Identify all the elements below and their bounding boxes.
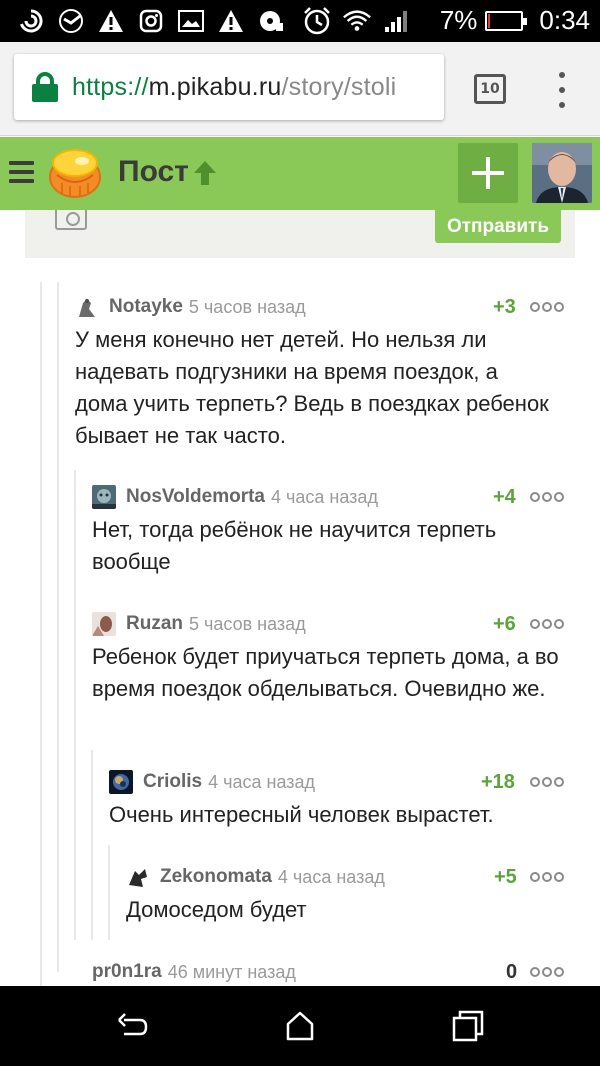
wifi-icon [342,7,372,35]
comment-header: Zekonomata 4 часа назад [126,864,385,890]
comment-header: NosVoldemorta 4 часа назад [92,484,378,510]
comment-more-icon[interactable] [530,302,564,314]
address-bar[interactable]: https://m.pikabu.ru/story/stoli [14,54,444,120]
comment-text: Нет, тогда ребёнок не научится терпеть в… [92,517,497,574]
comment-username[interactable]: NosVoldemorta [126,486,265,508]
comment-username[interactable]: Ruzan [126,613,183,635]
comment-text: Домоседом будет [126,897,307,922]
comments-list: Notayke 5 часов назад +3 У меня конечно … [0,270,600,986]
comment-header: Notayke 5 часов назад [75,294,306,320]
comment-more-icon[interactable] [530,492,564,504]
browser-menu-icon[interactable] [556,72,568,108]
recent-apps-icon[interactable] [452,1010,484,1042]
thread-line [74,470,76,940]
headset-icon [256,7,286,35]
sync-icon [16,7,46,35]
comment-header: Ruzan 5 часов назад [92,611,306,637]
comment-rating: +18 [481,770,515,793]
comment-rating: +5 [494,865,517,888]
navigation-bar [0,986,600,1066]
comment-rating: +4 [493,485,516,508]
browser-toolbar: https://m.pikabu.ru/story/stoli 10 [0,42,600,136]
comment: Criolis 4 часа назад +18 Очень интересны… [109,769,565,839]
thread-line [40,282,42,986]
commenter-avatar[interactable] [75,295,99,319]
comment-more-icon[interactable] [530,777,564,789]
sberbank-icon [56,7,86,35]
comment-rating: 0 [506,960,518,983]
image-icon [176,7,206,35]
comment-time: 4 часа назад [208,771,316,792]
pikabu-logo[interactable] [48,147,102,199]
comment-more-icon[interactable] [530,872,564,884]
thread-line [57,282,59,972]
url-host: m.pikabu.ru [148,72,282,101]
comment-username[interactable]: Notayke [109,296,183,318]
avatar[interactable] [532,143,592,203]
status-bar: 7% 0:34 [0,0,600,42]
menu-icon[interactable] [9,161,34,183]
arrow-up-icon[interactable] [192,159,218,187]
comment-rating: +6 [493,612,516,635]
thread-line [108,845,110,940]
back-icon[interactable] [116,1010,148,1042]
comment: NosVoldemorta 4 часа назад +4 Нет, тогда… [92,484,565,584]
comment-text: Очень интересный человек вырастет. [109,802,494,827]
comment-time: 5 часов назад [189,613,306,634]
comment-username[interactable]: Criolis [143,771,202,793]
comment-rating: +3 [493,295,516,318]
comment-header: Criolis 4 часа назад [109,769,315,795]
comment-text: Ребенок будет приучаться терпеть дома, а… [92,644,559,701]
comment-time: 5 часов назад [188,296,306,317]
lock-icon[interactable] [32,72,58,102]
comment-username[interactable]: Zekonomata [160,866,272,888]
instagram-icon [136,7,166,35]
camera-icon[interactable] [55,210,87,230]
comment: Notayke 5 часов назад +3 У меня конечно … [75,294,565,454]
tab-switcher-button[interactable]: 10 [474,74,506,104]
url-scheme: https:// [72,72,149,101]
comment-more-icon[interactable] [530,619,564,631]
comment: Ruzan 5 часов назад +6 Ребенок будет при… [92,611,565,741]
commenter-avatar[interactable] [126,865,150,889]
signal-icon [382,7,412,35]
url-path: /story/stoli [281,72,397,101]
commenter-avatar[interactable] [109,770,133,794]
comment-username[interactable]: pr0n1ra [92,961,162,983]
warning-icon [216,7,246,35]
warning-icon [96,7,126,35]
comment-header: pr0n1ra 46 минут назад [92,959,296,985]
battery-icon [485,10,528,31]
add-post-button[interactable] [458,143,518,203]
commenter-avatar[interactable] [92,485,116,509]
comment-form: Отправить [25,210,575,258]
clock: 0:34 [539,5,590,35]
commenter-avatar[interactable] [92,612,116,636]
site-header: Пост [0,137,600,210]
thread-line [91,750,93,940]
comment-more-icon[interactable] [530,967,564,979]
battery-percent: 7% [439,5,478,35]
page-title: Пост [118,155,189,188]
comment-time: 4 часа назад [277,866,385,887]
comment-text: У меня конечно нет детей. Но нельзя ли н… [75,327,549,448]
comment-time: 46 минут назад [167,961,296,982]
comment: Zekonomata 4 часа назад +5 Домоседом буд… [126,864,565,934]
home-icon[interactable] [284,1010,316,1042]
comment-time: 4 часа назад [271,486,378,507]
comment: pr0n1ra 46 минут назад 0 [92,959,565,986]
notification-icons [16,7,412,35]
send-button[interactable]: Отправить [435,210,561,243]
battery-level [488,13,491,28]
alarm-icon [302,7,332,35]
url-text[interactable]: https://m.pikabu.ru/story/stoli [72,73,396,102]
